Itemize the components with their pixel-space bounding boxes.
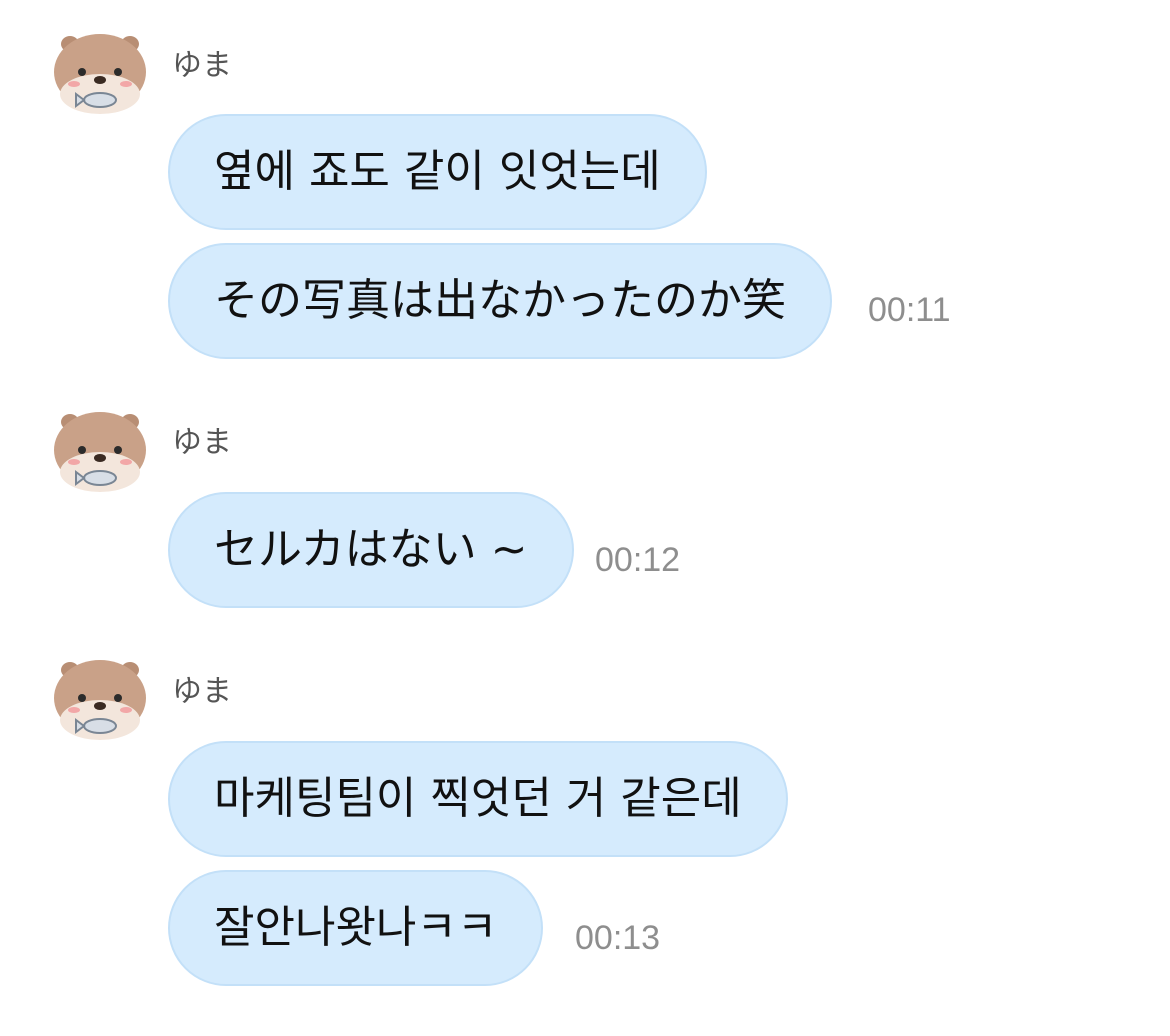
message-timestamp: 00:11 xyxy=(868,291,951,329)
message-bubble[interactable]: 잘안나왓나ㅋㅋ xyxy=(168,870,544,986)
message-bubble[interactable]: セルカはない ~ xyxy=(168,492,574,608)
message-bubble[interactable]: その写真は出なかったのか笑 xyxy=(168,243,832,359)
otter-avatar-icon[interactable] xyxy=(48,392,152,496)
sender-name: ゆま xyxy=(172,674,232,709)
otter-avatar-icon[interactable] xyxy=(48,14,152,118)
message-bubble[interactable]: 마케팅팀이 찍엇던 거 같은데 xyxy=(168,741,788,857)
message-bubble[interactable]: 옆에 죠도 같이 잇엇는데 xyxy=(168,114,707,230)
message-timestamp: 00:13 xyxy=(575,919,661,957)
sender-name: ゆま xyxy=(172,48,232,83)
otter-avatar-icon[interactable] xyxy=(48,640,152,744)
sender-name: ゆま xyxy=(172,425,232,460)
message-timestamp: 00:12 xyxy=(595,541,681,579)
